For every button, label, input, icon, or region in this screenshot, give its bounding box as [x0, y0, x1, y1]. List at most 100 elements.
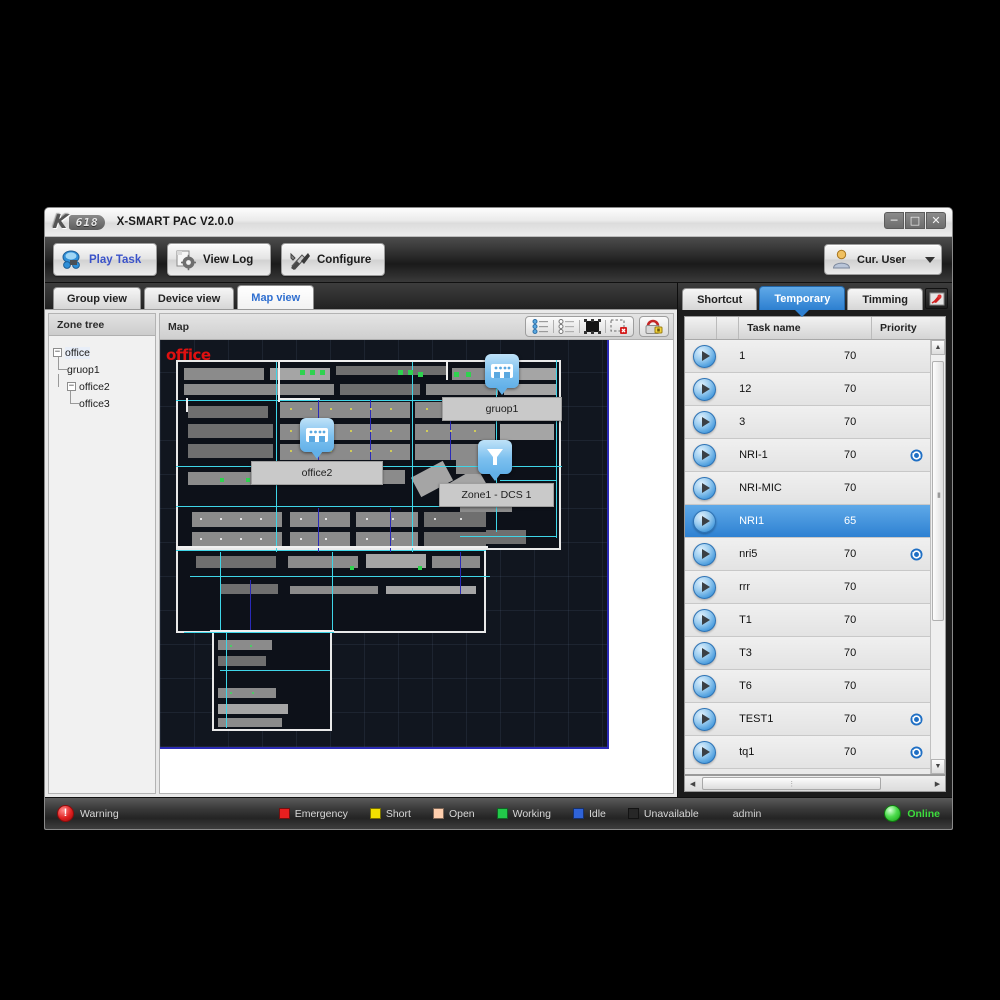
play-task-row-button[interactable]	[685, 378, 739, 401]
tab-shortcut[interactable]: Shortcut	[682, 288, 757, 310]
task-name-cell: T3	[739, 647, 844, 659]
task-rows-area: 1701270370NRI-170NRI-MIC70NRI165nri570rr…	[685, 340, 945, 774]
map-marker-zone1-dcs1[interactable]: Zone1 - DCS 1	[478, 440, 554, 507]
current-user-button[interactable]: Cur. User	[824, 244, 942, 275]
table-row[interactable]: NRI165	[685, 505, 930, 538]
play-icon	[693, 345, 716, 368]
task-priority-cell: 70	[844, 581, 902, 593]
pin-panel-button[interactable]	[925, 288, 948, 309]
tree-node-gruop1[interactable]: gruop1	[53, 361, 151, 378]
task-panel-tabs: Shortcut Temporary Timming	[678, 283, 952, 310]
loop-icon[interactable]	[902, 713, 930, 726]
loop-icon[interactable]	[902, 746, 930, 759]
tab-timming[interactable]: Timming	[847, 288, 923, 310]
map-marker-office2[interactable]: office2	[300, 418, 383, 485]
play-task-row-button[interactable]	[685, 345, 739, 368]
horizontal-scrollbar[interactable]: ◀ ⋮ ▶	[684, 775, 946, 792]
warning-icon: !	[57, 805, 74, 822]
scroll-down-arrow[interactable]: ▼	[931, 759, 945, 774]
hscrollbar-thumb[interactable]: ⋮	[702, 777, 881, 790]
minimize-button[interactable]: ─	[884, 212, 904, 229]
tab-map-view[interactable]: Map view	[237, 285, 314, 309]
play-task-row-button[interactable]	[685, 576, 739, 599]
vertical-scrollbar[interactable]: ▲ ▮ ▼	[930, 340, 945, 774]
status-legend: EmergencyShortOpenWorkingIdleUnavailable	[279, 808, 699, 820]
tree-node-office3[interactable]: office3	[53, 395, 151, 412]
table-row[interactable]: NRI-MIC70	[685, 472, 930, 505]
tree-branch	[58, 369, 67, 370]
legend-swatch	[573, 808, 584, 819]
table-row[interactable]: TEST170	[685, 703, 930, 736]
chevron-down-icon	[925, 257, 935, 263]
legend-label: Emergency	[295, 808, 348, 820]
lock-map-button[interactable]	[639, 316, 669, 337]
table-row[interactable]: rrr70	[685, 571, 930, 604]
play-icon	[693, 411, 716, 434]
table-row[interactable]: 370	[685, 406, 930, 439]
table-row[interactable]: T170	[685, 604, 930, 637]
play-icon	[693, 675, 716, 698]
map-tool-group	[525, 316, 634, 337]
play-task-row-button[interactable]	[685, 708, 739, 731]
tree-line	[58, 374, 59, 387]
map-canvas[interactable]: office	[160, 340, 609, 749]
play-task-button[interactable]: Play Task	[53, 243, 157, 276]
play-task-row-button[interactable]	[685, 609, 739, 632]
link-nodes-tool-icon[interactable]	[554, 318, 579, 336]
play-task-row-button[interactable]	[685, 543, 739, 566]
header-spacer-col	[717, 317, 739, 339]
task-name-cell: TEST1	[739, 713, 844, 725]
application-window: K 618 X-SMART PAC V2.0.0 ─ □ ✕ Play Task	[44, 207, 953, 830]
scroll-right-arrow[interactable]: ▶	[930, 776, 945, 791]
play-task-row-button[interactable]	[685, 675, 739, 698]
configure-button[interactable]: Configure	[281, 243, 385, 276]
scroll-up-arrow[interactable]: ▲	[931, 340, 945, 355]
play-task-row-button[interactable]	[685, 477, 739, 500]
loop-icon[interactable]	[902, 449, 930, 462]
table-row[interactable]: 170	[685, 340, 930, 373]
play-icon	[693, 444, 716, 467]
scrollbar-thumb[interactable]: ▮	[932, 361, 944, 621]
scrollbar-grip: ▮	[937, 491, 941, 499]
panes: Zone tree − office gruop1	[45, 310, 677, 797]
task-name-cell: T6	[739, 680, 844, 692]
legend-item: Working	[497, 808, 551, 820]
building-icon	[485, 354, 519, 388]
table-row[interactable]: 1270	[685, 373, 930, 406]
close-button[interactable]: ✕	[926, 212, 946, 229]
fill-region-tool-icon[interactable]	[580, 318, 605, 336]
table-row[interactable]: T370	[685, 637, 930, 670]
play-task-row-button[interactable]	[685, 444, 739, 467]
tab-temporary[interactable]: Temporary	[759, 286, 845, 310]
loop-icon[interactable]	[902, 548, 930, 561]
tab-group-view[interactable]: Group view	[53, 287, 141, 309]
view-log-label: View Log	[203, 254, 253, 266]
map-canvas-wrapper[interactable]: office	[160, 340, 673, 793]
tree-node-office[interactable]: − office	[53, 344, 151, 361]
table-row[interactable]: T670	[685, 670, 930, 703]
hscrollbar-track[interactable]: ⋮	[700, 777, 930, 790]
play-task-row-button[interactable]	[685, 411, 739, 434]
table-row[interactable]: tq170	[685, 736, 930, 769]
task-priority-cell: 70	[844, 680, 902, 692]
task-name-cell: NRI-MIC	[739, 482, 844, 494]
play-task-row-button[interactable]	[685, 741, 739, 764]
table-row[interactable]: nri570	[685, 538, 930, 571]
map-marker-gruop1[interactable]: gruop1	[485, 354, 562, 421]
tab-device-view[interactable]: Device view	[144, 287, 234, 309]
select-nodes-tool-icon[interactable]	[528, 318, 553, 336]
play-task-row-button[interactable]	[685, 510, 739, 533]
delete-selection-tool-icon[interactable]	[606, 318, 631, 336]
view-log-button[interactable]: View Log	[167, 243, 271, 276]
expander-icon[interactable]: −	[53, 348, 62, 357]
scroll-left-arrow[interactable]: ◀	[685, 776, 700, 791]
task-priority-cell: 70	[844, 449, 902, 461]
warning-indicator[interactable]: ! Warning	[57, 805, 119, 822]
map-toolbar	[525, 316, 669, 337]
scrollbar-track[interactable]: ▮	[931, 355, 945, 759]
maximize-button[interactable]: □	[905, 212, 925, 229]
play-task-row-button[interactable]	[685, 642, 739, 665]
tree-node-office2[interactable]: − office2	[53, 378, 151, 395]
table-row[interactable]: NRI-170	[685, 439, 930, 472]
expander-icon[interactable]: −	[67, 382, 76, 391]
